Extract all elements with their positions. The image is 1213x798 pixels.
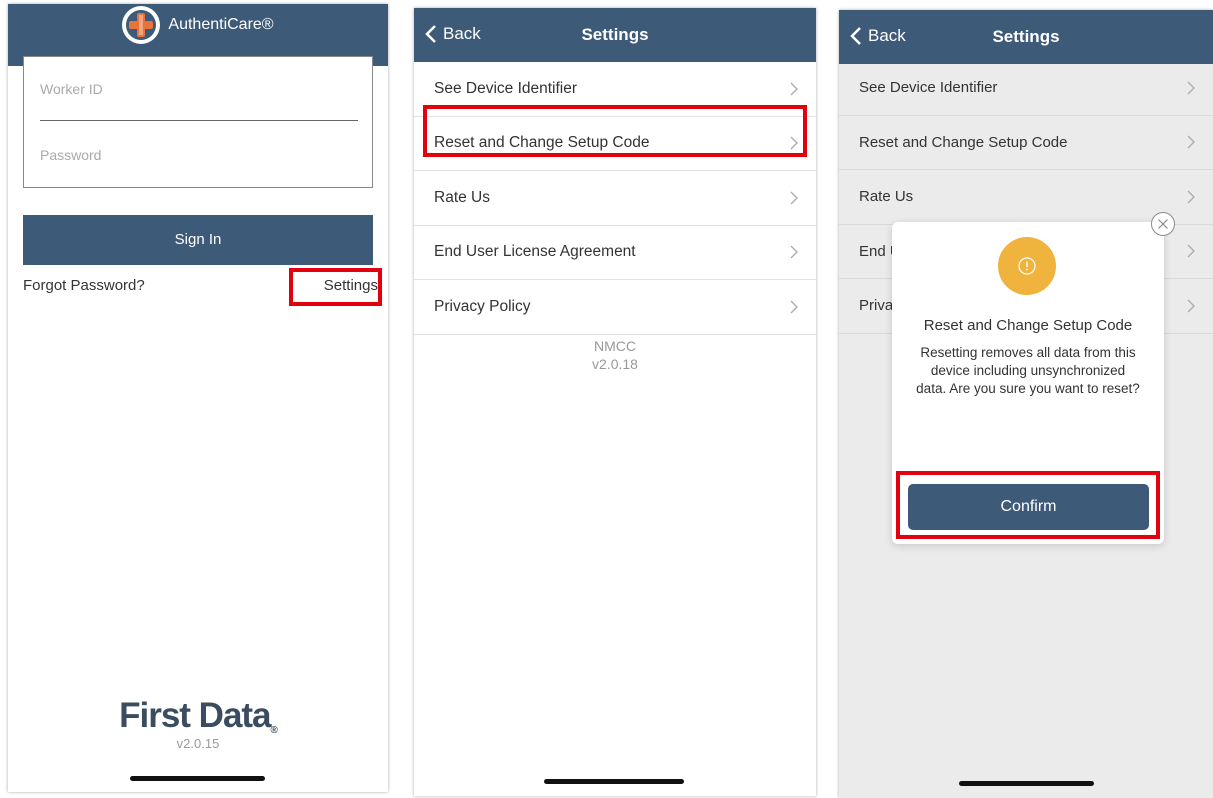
chevron-right-icon — [1187, 244, 1195, 258]
settings-item-device-identifier[interactable]: See Device Identifier — [839, 61, 1213, 116]
chevron-right-icon — [1187, 190, 1195, 204]
settings-version: v2.0.18 — [592, 356, 638, 372]
home-indicator — [544, 779, 684, 784]
settings-list: See Device Identifier Reset and Change S… — [414, 62, 816, 335]
settings-item-reset-setup-code[interactable]: Reset and Change Setup Code — [839, 116, 1213, 170]
page-title: Settings — [581, 25, 649, 44]
settings-navbar: Back Settings — [414, 8, 816, 62]
home-indicator — [130, 776, 265, 781]
app-brand: AuthentiCare® — [8, 6, 388, 44]
close-dialog-button[interactable] — [1151, 212, 1175, 236]
confirm-reset-screen: Back Settings See Device Identifier Rese… — [839, 10, 1213, 798]
settings-item-label: Priva — [859, 297, 894, 315]
first-data-logo-text: First Data — [119, 696, 271, 735]
forgot-password-link[interactable]: Forgot Password? — [23, 277, 145, 294]
settings-item-label: See Device Identifier — [434, 79, 578, 97]
warning-icon — [998, 237, 1056, 295]
settings-item-label: Rate Us — [859, 188, 914, 206]
settings-item-label: Reset and Change Setup Code — [859, 133, 1068, 151]
chevron-right-icon — [1187, 135, 1195, 149]
confirm-highlight-box — [896, 471, 1160, 539]
dialog-message: Resetting removes all data from this dev… — [916, 345, 1140, 396]
settings-item-eula[interactable]: End User License Agreement — [414, 226, 816, 280]
chevron-right-icon — [1187, 299, 1195, 313]
chevron-right-icon — [790, 300, 798, 314]
app-name: AuthentiCare® — [168, 16, 274, 33]
dialog-title: Reset and Change Setup Code — [923, 317, 1133, 334]
chevron-right-icon — [790, 191, 798, 205]
settings-item-privacy-policy[interactable]: Privacy Policy — [414, 280, 816, 335]
page-title: Settings — [992, 27, 1060, 46]
settings-item-rate-us[interactable]: Rate Us — [414, 171, 816, 226]
first-data-logo: First Data® — [8, 696, 388, 736]
reset-highlight-box — [423, 105, 807, 157]
settings-item-label: See Device Identifier — [859, 79, 998, 97]
settings-item-label: Privacy Policy — [434, 297, 531, 315]
login-form: Worker ID Password — [23, 56, 373, 188]
sign-in-button[interactable]: Sign In — [23, 215, 373, 265]
settings-item-label: End User License Agreement — [434, 243, 636, 261]
first-data-logo-mark: ® — [270, 725, 278, 736]
settings-navbar: Back Settings — [839, 10, 1213, 64]
home-indicator — [959, 781, 1094, 786]
chevron-right-icon — [790, 82, 798, 96]
chevron-right-icon — [790, 245, 798, 259]
settings-item-label: Rate Us — [434, 188, 490, 206]
login-screen: AuthentiCare® Worker ID Password Sign In… — [8, 4, 388, 792]
settings-screen: Back Settings See Device Identifier Rese… — [414, 8, 816, 796]
worker-id-input[interactable]: Worker ID — [40, 81, 358, 121]
org-name: NMCC — [594, 338, 636, 354]
close-icon — [1158, 219, 1168, 229]
settings-highlight-box — [289, 268, 382, 306]
password-input[interactable]: Password — [40, 147, 358, 163]
chevron-right-icon — [1187, 81, 1195, 95]
app-version: v2.0.15 — [176, 736, 220, 751]
authenticare-logo-icon — [122, 6, 161, 44]
